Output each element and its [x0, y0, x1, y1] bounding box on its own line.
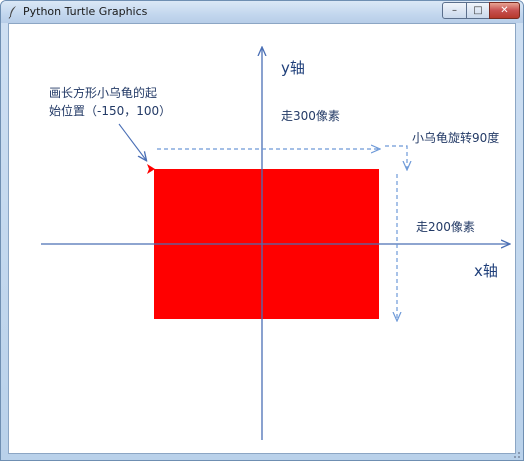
walk-300-label: 走300像素	[281, 109, 340, 123]
resize-grip-icon[interactable]	[509, 447, 521, 459]
maximize-icon: □	[473, 5, 483, 16]
dashed-guide-turn	[385, 145, 407, 169]
turn-90-label: 小乌龟旋转90度	[412, 131, 500, 145]
turtle-graphics-window: Python Turtle Graphics – □ ✕ 画长方形小乌龟的起 始…	[0, 0, 524, 461]
close-icon: ✕	[500, 5, 509, 16]
x-axis-label: x轴	[474, 262, 498, 280]
turtle-arrow-icon	[147, 164, 155, 174]
window-title: Python Turtle Graphics	[23, 5, 148, 18]
minimize-icon: –	[452, 5, 457, 16]
minimize-button[interactable]: –	[442, 2, 467, 19]
close-button[interactable]: ✕	[489, 2, 520, 19]
start-note-line2: 始位置（-150，100）	[49, 104, 172, 118]
maximize-button[interactable]: □	[466, 2, 490, 19]
y-axis-label: y轴	[281, 59, 305, 77]
title-bar[interactable]: Python Turtle Graphics – □ ✕	[1, 1, 523, 23]
feather-icon	[8, 6, 16, 19]
callout-arrow	[118, 123, 146, 160]
start-note-line1: 画长方形小乌龟的起	[49, 86, 158, 100]
turtle-canvas[interactable]: 画长方形小乌龟的起 始位置（-150，100） y轴 走300像素 小乌龟旋转9…	[8, 23, 516, 454]
walk-200-label: 走200像素	[416, 220, 475, 234]
